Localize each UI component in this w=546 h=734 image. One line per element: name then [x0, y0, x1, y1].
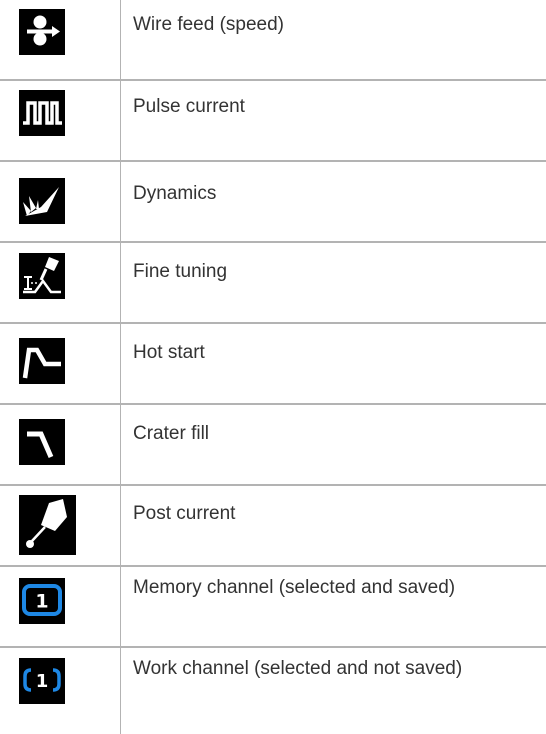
- dynamics-icon: [19, 178, 65, 224]
- legend-label: Wire feed (speed): [133, 14, 285, 35]
- legend-row-wire-feed: Wire feed (speed): [0, 0, 546, 81]
- legend-row-dynamics: Dynamics: [0, 162, 546, 243]
- legend-label: Hot start: [133, 342, 205, 363]
- legend-row-memory-channel: 1 Memory channel (selected and saved): [0, 567, 546, 648]
- fine-tuning-icon: [19, 253, 65, 299]
- symbol-legend-table: Wire feed (speed) Pulse current Dynamics: [0, 0, 546, 734]
- legend-label: Work channel (selected and not saved): [133, 658, 463, 679]
- hot-start-icon: [19, 338, 65, 384]
- legend-row-post-current: Post current: [0, 486, 546, 567]
- work-channel-digit: 1: [36, 671, 49, 692]
- crater-fill-icon: [19, 419, 65, 465]
- legend-row-crater-fill: Crater fill: [0, 405, 546, 486]
- legend-row-pulse-current: Pulse current: [0, 81, 546, 162]
- legend-row-hot-start: Hot start: [0, 324, 546, 405]
- legend-row-work-channel: 1 Work channel (selected and not saved): [0, 648, 546, 734]
- legend-label: Crater fill: [133, 423, 210, 444]
- legend-label: Memory channel (selected and saved): [133, 577, 456, 598]
- memory-channel-icon: 1: [19, 578, 65, 624]
- legend-label: Dynamics: [133, 183, 217, 204]
- legend-label: Fine tuning: [133, 261, 228, 282]
- post-current-icon: [19, 495, 76, 555]
- memory-channel-digit: 1: [35, 591, 48, 613]
- legend-label: Post current: [133, 503, 236, 524]
- legend-label: Pulse current: [133, 96, 245, 117]
- work-channel-icon: 1: [19, 658, 65, 704]
- legend-row-fine-tuning: Fine tuning: [0, 243, 546, 324]
- wire-feed-icon: [19, 9, 65, 55]
- pulse-current-icon: [19, 90, 65, 136]
